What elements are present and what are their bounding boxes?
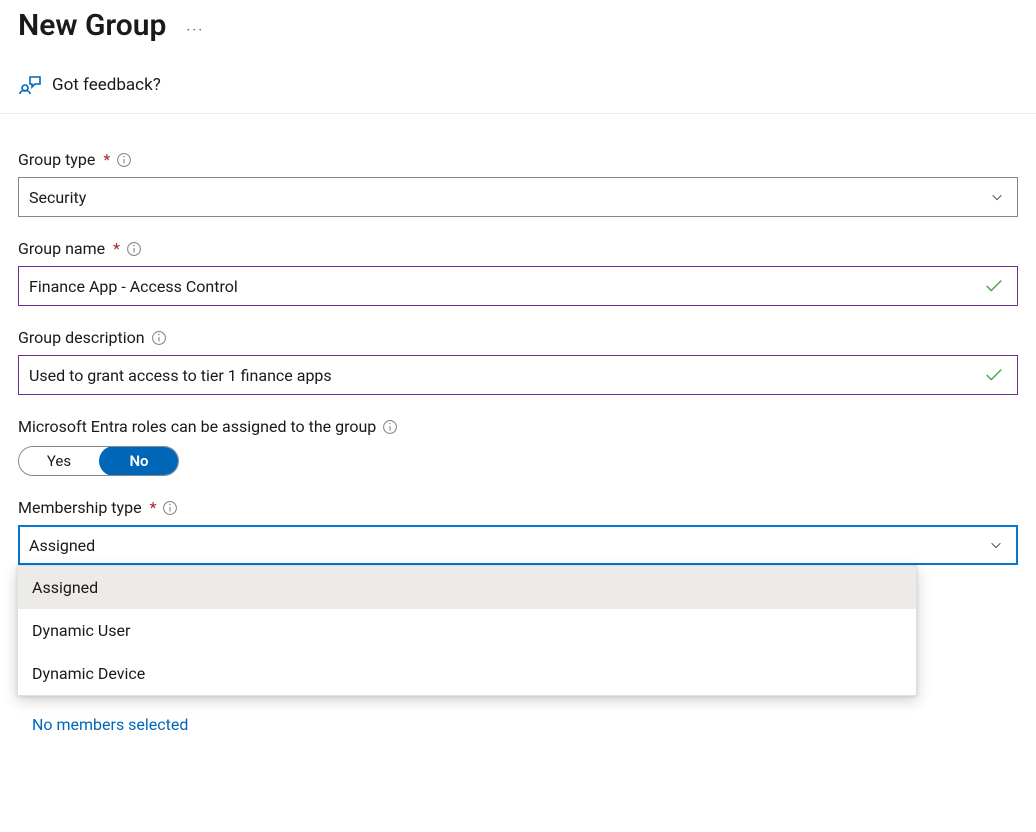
check-icon bbox=[983, 275, 1005, 297]
group-type-label: Group type bbox=[18, 150, 95, 169]
required-mark: * bbox=[150, 498, 157, 517]
group-description-value: Used to grant access to tier 1 finance a… bbox=[29, 366, 332, 385]
chevron-down-icon bbox=[988, 537, 1004, 553]
chevron-down-icon bbox=[989, 189, 1005, 205]
toggle-no[interactable]: No bbox=[99, 446, 179, 476]
membership-type-label: Membership type bbox=[18, 498, 142, 517]
group-description-input[interactable]: Used to grant access to tier 1 finance a… bbox=[18, 355, 1018, 395]
group-name-input[interactable]: Finance App - Access Control bbox=[18, 266, 1018, 306]
membership-type-dropdown: Assigned Dynamic User Dynamic Device bbox=[17, 565, 917, 696]
group-type-value: Security bbox=[29, 188, 86, 207]
required-mark: * bbox=[103, 150, 110, 169]
info-icon[interactable] bbox=[162, 500, 178, 516]
info-icon[interactable] bbox=[126, 241, 142, 257]
info-icon[interactable] bbox=[151, 330, 167, 346]
more-actions-button[interactable]: ··· bbox=[186, 13, 204, 39]
group-description-label: Group description bbox=[18, 328, 145, 347]
dropdown-item[interactable]: Dynamic Device bbox=[18, 652, 916, 695]
page-title: New Group bbox=[18, 8, 166, 43]
group-type-select[interactable]: Security bbox=[18, 177, 1018, 217]
feedback-bar[interactable]: Got feedback? bbox=[0, 53, 1036, 114]
group-name-label: Group name bbox=[18, 239, 105, 258]
feedback-icon bbox=[18, 73, 42, 97]
members-link[interactable]: No members selected bbox=[18, 715, 188, 734]
check-icon bbox=[983, 364, 1005, 386]
entra-roles-label: Microsoft Entra roles can be assigned to… bbox=[18, 417, 376, 436]
membership-type-value: Assigned bbox=[29, 536, 95, 555]
dropdown-item[interactable]: Dynamic User bbox=[18, 609, 916, 652]
entra-roles-toggle[interactable]: Yes No bbox=[18, 446, 179, 476]
info-icon[interactable] bbox=[382, 419, 398, 435]
membership-type-select[interactable]: Assigned bbox=[18, 525, 1018, 565]
info-icon[interactable] bbox=[116, 152, 132, 168]
feedback-label: Got feedback? bbox=[52, 75, 161, 95]
required-mark: * bbox=[113, 239, 120, 258]
toggle-yes[interactable]: Yes bbox=[19, 447, 99, 475]
group-name-value: Finance App - Access Control bbox=[29, 277, 238, 296]
dropdown-item[interactable]: Assigned bbox=[18, 566, 916, 609]
